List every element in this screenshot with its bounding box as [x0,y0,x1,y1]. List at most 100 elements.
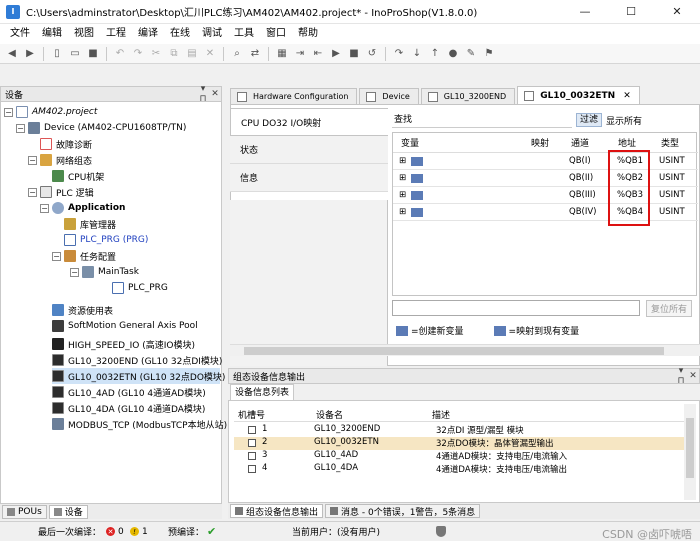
close-button[interactable]: ✕ [654,0,700,24]
replace-icon[interactable]: ⇄ [247,46,263,62]
tab-device-info-list[interactable]: 设备信息列表 [230,384,295,400]
panel-close-icon[interactable]: ✕ [687,371,699,381]
tree-item-modbus-tcp[interactable]: MODBUS_TCP (ModbusTCP本地从站) [52,416,227,432]
step-out-icon[interactable]: ↑ [427,46,443,62]
forward-icon[interactable]: ▶ [22,46,38,62]
login-icon[interactable]: ⇥ [292,46,308,62]
checkbox[interactable] [248,426,256,434]
maximize-button[interactable]: ☐ [608,0,654,24]
redo-icon[interactable]: ↷ [130,46,146,62]
write-values-icon[interactable]: ✎ [463,46,479,62]
col-channel[interactable]: 通道 [571,136,589,149]
menu-edit[interactable]: 编辑 [36,24,68,44]
breakpoint-icon[interactable]: ● [445,46,461,62]
tab-hardware-configuration[interactable]: Hardware Configuration [230,88,358,104]
collapse-icon[interactable]: − [28,187,37,197]
menu-project[interactable]: 工程 [100,24,132,44]
tree-item-high-speed-io[interactable]: HIGH_SPEED_IO (高速IO模块) [52,336,195,352]
collapse-icon[interactable]: − [28,155,37,165]
find-icon[interactable]: ⌕ [229,46,245,62]
tree-item-project[interactable]: − AM402.project [4,104,97,120]
delete-icon[interactable]: ✕ [202,46,218,62]
col-variable[interactable]: 变量 [401,136,419,149]
save-icon[interactable]: ■ [85,46,101,62]
paste-icon[interactable]: ▤ [184,46,200,62]
table-row[interactable]: ⊞ QB(III) %QB3 USINT [393,187,698,204]
run-icon[interactable]: ▶ [328,46,344,62]
undo-icon[interactable]: ↶ [112,46,128,62]
col-address[interactable]: 地址 [618,136,636,149]
table-row[interactable]: 3 GL10_4AD 4通道AD模块：支持电压/电流输入 [234,450,684,463]
stop-icon[interactable]: ■ [346,46,362,62]
tab-messages[interactable]: 消息 - 0个错误，1警告，5条消息 [325,504,481,518]
expand-icon[interactable]: ⊞ [399,156,406,166]
warning-count[interactable]: ! 1 [130,527,148,537]
side-tab-io-mapping[interactable]: CPU DO32 I/O映射 [230,108,388,136]
security-icon[interactable] [436,526,446,537]
col-type[interactable]: 类型 [661,136,679,149]
tree-item-application[interactable]: − Application [40,200,125,216]
checkbox[interactable] [248,452,256,460]
logout-icon[interactable]: ⇤ [310,46,326,62]
expand-icon[interactable]: ⊞ [399,207,406,217]
tab-gl10-0032etn[interactable]: GL10_0032ETN ✕ [517,86,640,104]
tab-device[interactable]: Device [359,88,419,104]
table-row[interactable]: ⊞ QB(II) %QB2 USINT [393,170,698,187]
tab-config-output[interactable]: 组态设备信息输出 [230,504,324,518]
checkbox[interactable] [248,465,256,473]
scrollbar-thumb[interactable] [244,347,664,355]
copy-icon[interactable]: ⧉ [166,46,182,62]
menu-view[interactable]: 视图 [68,24,100,44]
expand-icon[interactable]: ⊞ [399,173,406,183]
table-row[interactable]: ⊞ QB(I) %QB1 USINT [393,153,698,170]
reset-all-button[interactable]: 复位所有 [646,299,693,317]
tree-item-softmotion[interactable]: SoftMotion General Axis Pool [52,318,198,334]
menu-debug[interactable]: 调试 [196,24,228,44]
side-tab-info[interactable]: 信息 [230,164,388,192]
tree-item-task-config[interactable]: − 任务配置 [52,248,116,264]
tree-item-cpu-rack[interactable]: CPU机架 [52,168,104,184]
tree-item-plc-logic[interactable]: − PLC 逻辑 [28,184,94,200]
filter-button[interactable]: 过滤 [576,113,603,127]
collapse-icon[interactable]: − [40,203,49,213]
tree-item-device[interactable]: − Device (AM402-CPU1608TP/TN) [16,120,186,136]
col-slot[interactable]: 机槽号 [238,408,265,421]
pin-icon[interactable]: ▾ ⊓ [197,84,209,104]
col-description[interactable]: 描述 [432,408,450,421]
collapse-icon[interactable]: − [70,267,79,277]
open-folder-icon[interactable]: ▭ [67,46,83,62]
tree-item-maintask[interactable]: − MainTask [70,264,139,280]
menu-online[interactable]: 在线 [164,24,196,44]
table-row[interactable]: 2 GL10_0032ETN 32点DO模块：晶体管漏型输出 [234,437,684,450]
tree-item-diagnostics[interactable]: 故障诊断 [40,136,92,152]
tree-item-plc-prg-call[interactable]: PLC_PRG [112,280,168,296]
tree-item-gl10-0032etn[interactable]: GL10_0032ETN (GL10 32点DO模块) [52,368,225,384]
error-count[interactable]: ✕ 0 [106,527,124,537]
menu-build[interactable]: 编译 [132,24,164,44]
tree-item-resource-usage[interactable]: 资源使用表 [52,302,113,318]
checkbox[interactable] [248,439,256,447]
tab-devices[interactable]: 设备 [48,504,88,519]
new-file-icon[interactable]: ▯ [49,46,65,62]
scrollbar-thumb[interactable] [686,418,694,478]
table-row[interactable]: 4 GL10_4DA 4通道DA模块：支持电压/电流输出 [234,463,684,476]
expand-icon[interactable]: ⊞ [399,190,406,200]
build-icon[interactable]: ▦ [274,46,290,62]
table-row[interactable]: 1 GL10_3200END 32点DI 源型/漏型 模块 [234,424,684,437]
step-into-icon[interactable]: ↓ [409,46,425,62]
pin-icon[interactable]: ▾ ⊓ [675,366,687,386]
step-over-icon[interactable]: ↷ [391,46,407,62]
tree-item-gl10-4ad[interactable]: GL10_4AD (GL10 4通道AD模块) [52,384,206,400]
menu-file[interactable]: 文件 [4,24,36,44]
tab-close-icon[interactable]: ✕ [623,91,631,101]
tab-gl10-3200end[interactable]: GL10_3200END [420,88,516,104]
tree-item-gl10-3200end[interactable]: GL10_3200END (GL10 32点DI模块) [52,352,222,368]
menu-tools[interactable]: 工具 [228,24,260,44]
collapse-icon[interactable]: − [4,107,13,117]
minimize-button[interactable]: — [562,0,608,24]
cut-icon[interactable]: ✂ [148,46,164,62]
panel-close-icon[interactable]: ✕ [209,89,221,99]
side-tab-status[interactable]: 状态 [230,136,388,164]
menu-help[interactable]: 帮助 [292,24,324,44]
tree-item-library-manager[interactable]: 库管理器 [64,216,116,232]
